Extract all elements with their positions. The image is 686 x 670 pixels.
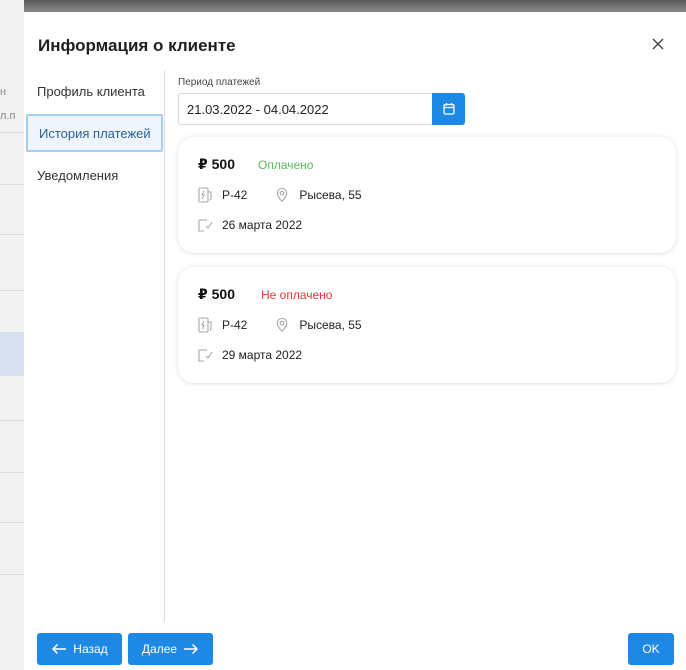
arrow-left-icon [52, 643, 67, 655]
dialog-title: Информация о клиенте [38, 36, 236, 55]
background-row-divider [0, 234, 24, 235]
calendar-check-icon [197, 347, 213, 363]
overlay-top [24, 0, 686, 12]
background-row-divider [0, 574, 24, 575]
payment-card: ₽ 500 Оплачено P-42 Рысева, 55 26 марта … [178, 137, 676, 253]
payment-date: 29 марта 2022 [222, 348, 303, 362]
client-info-dialog: Информация о клиенте Профиль клиента Ист… [24, 12, 686, 670]
location-pin-icon [274, 317, 290, 333]
calendar-icon [442, 103, 455, 115]
calendar-check-icon [197, 217, 213, 233]
background-app: н л.п [0, 0, 24, 670]
location-pin-icon [274, 187, 290, 203]
station-address: Рысева, 55 [299, 188, 362, 202]
station-address: Рысева, 55 [299, 318, 362, 332]
close-button[interactable] [648, 34, 668, 54]
calendar-button[interactable] [432, 93, 465, 125]
back-button[interactable]: Назад [37, 633, 122, 665]
payment-amount: ₽ 500 [198, 286, 235, 302]
payment-location-row: P-42 Рысева, 55 [197, 186, 362, 204]
close-icon [652, 38, 664, 50]
background-row-divider [0, 132, 24, 133]
nav-item-notifications[interactable]: Уведомления [26, 156, 163, 194]
station-id: P-42 [222, 188, 248, 202]
background-row-divider [0, 522, 24, 523]
next-button[interactable]: Далее [128, 633, 213, 665]
sidebar-nav: Профиль клиента История платежей Уведомл… [24, 70, 165, 622]
next-button-label: Далее [141, 642, 178, 656]
background-text-fragment: л.п [0, 110, 16, 122]
background-row-divider [0, 472, 24, 473]
background-row-divider [0, 420, 24, 421]
background-text-fragment: н [0, 86, 7, 98]
payment-card: ₽ 500 Не оплачено P-42 Рысева, 55 29 мар… [178, 267, 676, 383]
station-id: P-42 [222, 318, 248, 332]
payment-date-row: 26 марта 2022 [197, 216, 302, 234]
nav-item-client-profile[interactable]: Профиль клиента [26, 72, 163, 110]
background-row-divider [0, 184, 24, 185]
payment-location-row: P-42 Рысева, 55 [197, 316, 362, 334]
payment-amount: ₽ 500 [198, 156, 235, 172]
payment-status: Оплачено [258, 158, 314, 172]
arrow-right-icon [184, 643, 199, 655]
background-row-divider [0, 290, 24, 291]
payment-history-panel: Период платежей 21.03.2022 - 04.04.2022 … [165, 70, 686, 622]
date-range-input[interactable]: 21.03.2022 - 04.04.2022 [178, 93, 432, 125]
back-button-label: Назад [73, 642, 108, 656]
charging-station-icon [197, 316, 215, 334]
ok-button[interactable]: OK [628, 633, 674, 665]
payment-date: 26 марта 2022 [222, 218, 303, 232]
charging-station-icon [197, 186, 215, 204]
background-highlight-row [0, 332, 24, 376]
period-label: Период платежей [178, 77, 261, 88]
payment-date-row: 29 марта 2022 [197, 346, 302, 364]
payment-status: Не оплачено [261, 288, 333, 302]
nav-item-payment-history[interactable]: История платежей [26, 114, 163, 152]
